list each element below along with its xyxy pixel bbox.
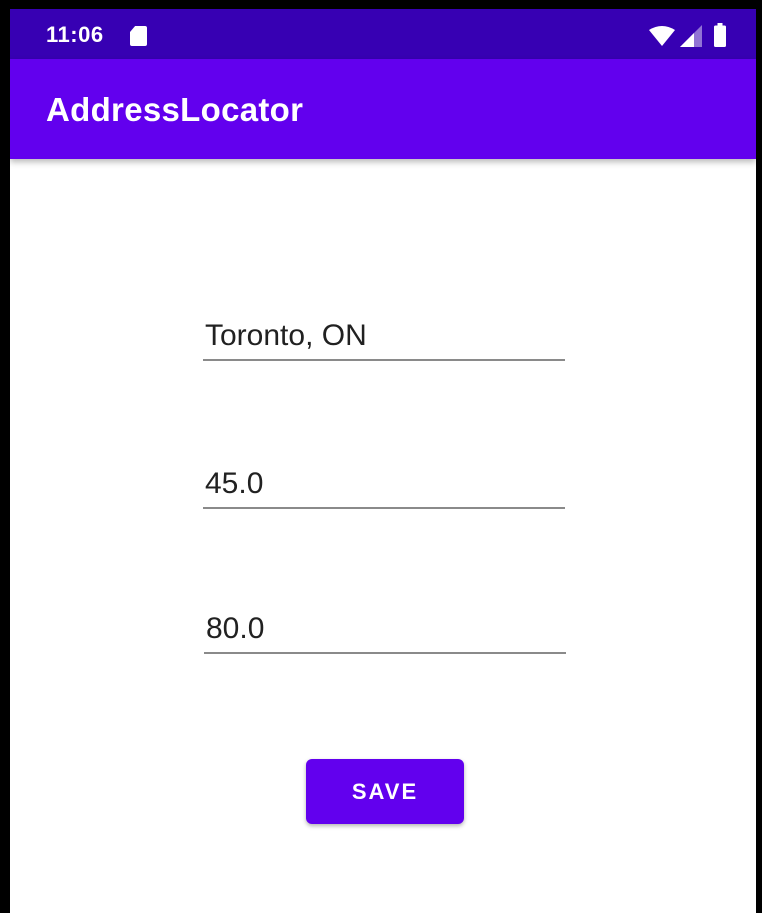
save-button[interactable]: SAVE	[306, 759, 464, 824]
latitude-input[interactable]	[205, 467, 555, 501]
address-field[interactable]	[203, 311, 565, 361]
wifi-icon	[649, 26, 675, 46]
latitude-field[interactable]	[203, 459, 565, 509]
address-input[interactable]	[205, 319, 555, 353]
phone-screen: 11:06 AddressLocator SAVE	[10, 9, 756, 913]
status-bar: 11:06	[10, 9, 756, 59]
app-title: AddressLocator	[46, 91, 304, 128]
sd-card-icon	[130, 26, 147, 46]
longitude-field[interactable]	[204, 604, 566, 654]
battery-icon	[714, 23, 726, 47]
app-bar: AddressLocator	[10, 59, 756, 159]
status-time: 11:06	[46, 22, 104, 47]
longitude-input[interactable]	[206, 612, 556, 646]
signal-icon	[680, 25, 702, 47]
